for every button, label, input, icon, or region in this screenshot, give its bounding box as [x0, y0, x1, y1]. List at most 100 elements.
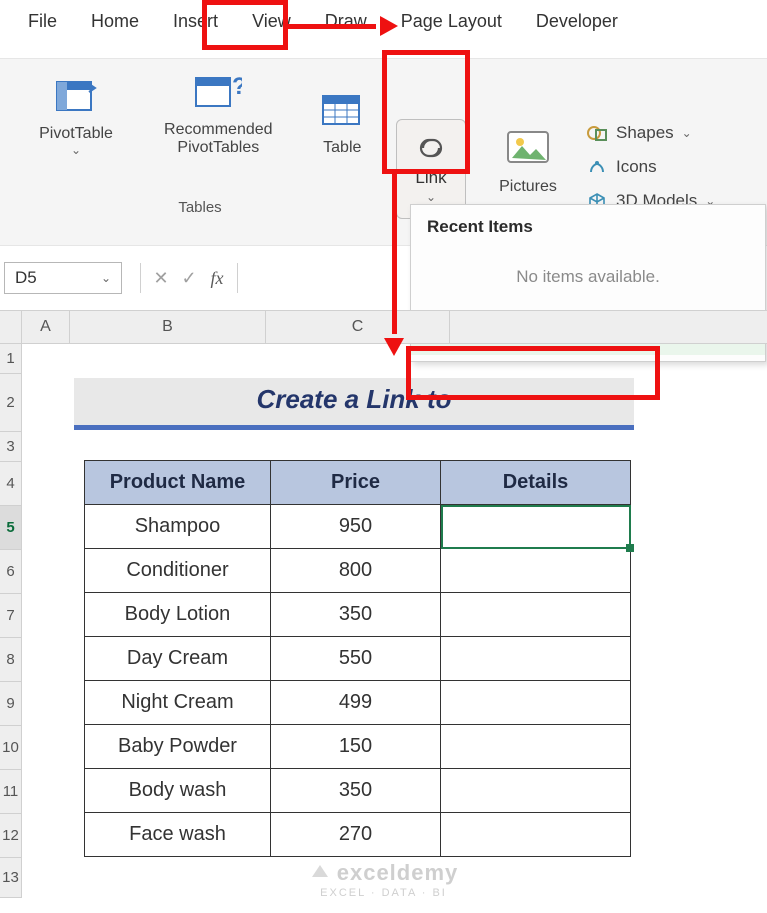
th-details[interactable]: Details [441, 461, 631, 505]
products-table: Product Name Price Details Shampoo 950 C… [84, 460, 631, 857]
pivot-table-button[interactable]: PivotTable ⌄ [24, 73, 128, 157]
cell-product[interactable]: Body Lotion [85, 593, 271, 637]
table-button[interactable]: Table [309, 87, 376, 157]
row-header[interactable]: 5 [0, 506, 22, 550]
cell-details[interactable] [441, 637, 631, 681]
row-header[interactable]: 7 [0, 594, 22, 638]
row-header[interactable]: 10 [0, 726, 22, 770]
tab-file[interactable]: File [24, 5, 61, 40]
watermark-icon [309, 859, 331, 887]
chevron-down-icon: ⌄ [101, 271, 111, 285]
row-header[interactable]: 1 [0, 344, 22, 374]
tab-home[interactable]: Home [87, 5, 143, 40]
recent-items-empty: No items available. [411, 241, 765, 313]
chevron-down-icon: ⌄ [426, 190, 436, 204]
group-tables: PivotTable ⌄ ? Recommended PivotTables [24, 69, 376, 157]
watermark-tagline: EXCEL · DATA · BI [320, 887, 447, 899]
cell-details[interactable] [441, 681, 631, 725]
cell-price[interactable]: 499 [271, 681, 441, 725]
row-header[interactable]: 4 [0, 462, 22, 506]
recommended-pivot-button[interactable]: ? Recommended PivotTables [146, 69, 291, 157]
table-row: Baby Powder 150 [85, 725, 631, 769]
row-header[interactable]: 2 [0, 374, 22, 432]
watermark-brand: exceldemy [337, 860, 459, 886]
table-row: Conditioner 800 [85, 549, 631, 593]
ribbon-tabs: File Home Insert View Draw Page Layout D… [0, 0, 622, 40]
chevron-down-icon: ⌄ [24, 143, 128, 157]
cell-details[interactable] [441, 725, 631, 769]
row-header[interactable]: 8 [0, 638, 22, 682]
table-row: Shampoo 950 [85, 505, 631, 549]
cancel-formula-button[interactable]: ✕ [147, 268, 175, 289]
cell-product[interactable]: Day Cream [85, 637, 271, 681]
pictures-label: Pictures [499, 178, 557, 196]
sheet-title: Create a Link to [74, 378, 634, 430]
shapes-label: Shapes [616, 123, 674, 143]
cell-price[interactable]: 350 [271, 769, 441, 813]
tab-insert[interactable]: Insert [169, 5, 222, 40]
col-header-c[interactable]: C [266, 311, 450, 343]
annotation-arrow-to-insert-link [390, 172, 400, 354]
th-price[interactable]: Price [271, 461, 441, 505]
table-row: Body wash 350 [85, 769, 631, 813]
cell-product[interactable]: Baby Powder [85, 725, 271, 769]
select-all-corner[interactable] [0, 311, 22, 343]
cell-product[interactable]: Conditioner [85, 549, 271, 593]
table-label: Table [309, 139, 376, 157]
pictures-icon [506, 128, 550, 174]
cell-details[interactable] [441, 769, 631, 813]
link-label: Link [415, 168, 446, 188]
recommended-pivot-label: Recommended PivotTables [146, 121, 291, 157]
cell-details[interactable] [441, 593, 631, 637]
col-header-a[interactable]: A [22, 311, 70, 343]
cell-details[interactable] [441, 813, 631, 857]
cell-details-selected[interactable] [441, 505, 631, 549]
cell-price[interactable]: 550 [271, 637, 441, 681]
tab-developer[interactable]: Developer [532, 5, 622, 40]
chevron-down-icon: ⌄ [682, 126, 692, 140]
shapes-icon [586, 124, 608, 142]
svg-text:?: ? [232, 73, 242, 100]
name-box[interactable]: D5 ⌄ [4, 262, 122, 294]
table-row: Face wash 270 [85, 813, 631, 857]
row-header[interactable]: 9 [0, 682, 22, 726]
cell-details[interactable] [441, 549, 631, 593]
col-header-b[interactable]: B [70, 311, 266, 343]
fx-button[interactable]: fx [203, 268, 231, 289]
icons-button[interactable]: Icons [586, 157, 715, 177]
cell-price[interactable]: 800 [271, 549, 441, 593]
cell-price[interactable]: 270 [271, 813, 441, 857]
cell-price[interactable]: 950 [271, 505, 441, 549]
th-product[interactable]: Product Name [85, 461, 271, 505]
recent-items-heading: Recent Items [411, 205, 765, 241]
row-header[interactable]: 12 [0, 814, 22, 858]
cell-price[interactable]: 150 [271, 725, 441, 769]
icons-label: Icons [616, 157, 657, 177]
table-row: Body Lotion 350 [85, 593, 631, 637]
pivot-table-icon [24, 73, 128, 119]
illustrations-list: Shapes ⌄ Icons 3D Models ⌄ [586, 123, 715, 211]
tab-pagelayout[interactable]: Page Layout [397, 5, 506, 40]
row-header[interactable]: 3 [0, 432, 22, 462]
cell-product[interactable]: Face wash [85, 813, 271, 857]
name-box-value: D5 [15, 268, 37, 288]
watermark: exceldemy EXCEL · DATA · BI [0, 859, 767, 899]
annotation-arrow-to-link [288, 22, 396, 32]
recommended-pivot-icon: ? [146, 69, 291, 115]
table-row: Day Cream 550 [85, 637, 631, 681]
link-icon [411, 134, 451, 166]
row-header[interactable]: 6 [0, 550, 22, 594]
pivot-table-label: PivotTable [24, 125, 128, 143]
confirm-formula-button[interactable]: ✓ [175, 268, 203, 289]
cell-price[interactable]: 350 [271, 593, 441, 637]
table-icon [309, 87, 376, 133]
formula-bar: D5 ⌄ ✕ ✓ fx [4, 258, 244, 298]
icons-icon [586, 158, 608, 176]
cell-product[interactable]: Night Cream [85, 681, 271, 725]
shapes-button[interactable]: Shapes ⌄ [586, 123, 715, 143]
group-tables-label: Tables [24, 199, 376, 216]
cell-product[interactable]: Body wash [85, 769, 271, 813]
row-header[interactable]: 11 [0, 770, 22, 814]
table-row: Night Cream 499 [85, 681, 631, 725]
cell-product[interactable]: Shampoo [85, 505, 271, 549]
